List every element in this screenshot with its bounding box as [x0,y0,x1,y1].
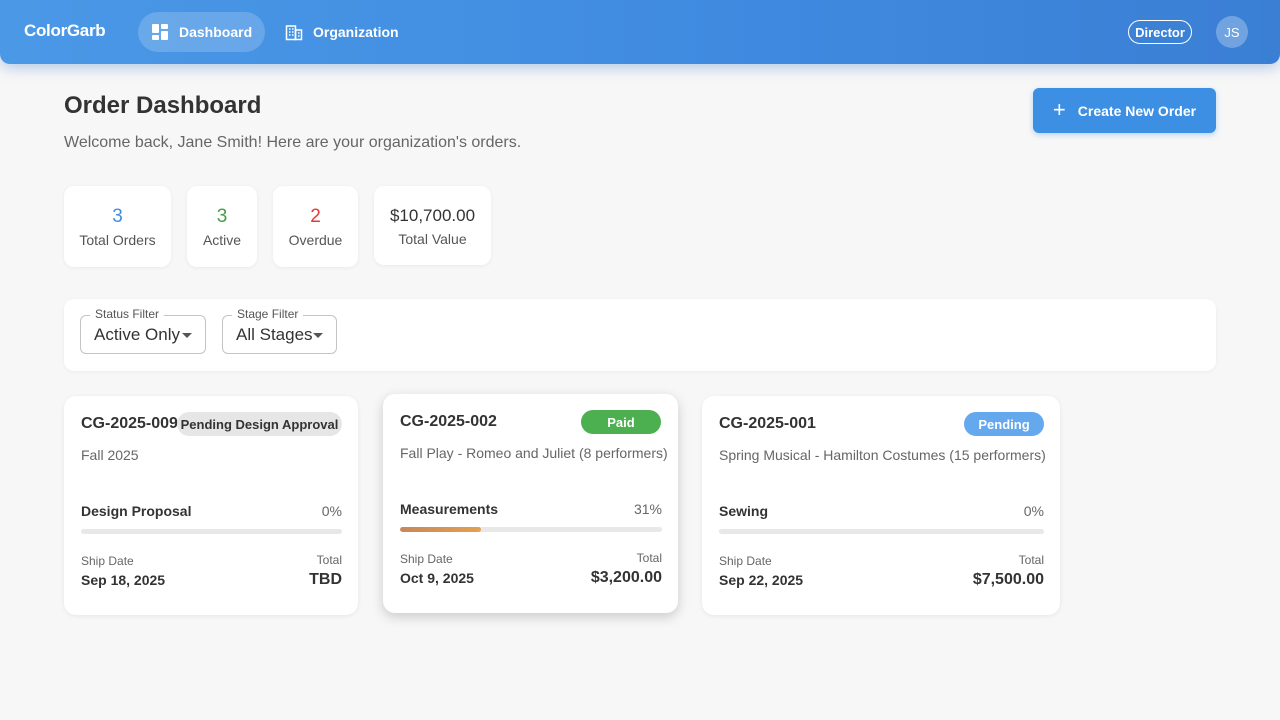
order-id: CG-2025-002 [400,413,497,430]
ship-date-label: Ship Date [719,554,772,568]
order-card[interactable]: CG-2025-001 Pending Spring Musical - Ham… [702,396,1060,615]
stat-total-orders: 3 Total Orders [64,186,171,267]
dashboard-icon [151,23,169,41]
stat-label: Overdue [288,231,343,248]
stat-label: Total Orders [79,231,156,248]
stage-filter-value: All Stages [236,324,313,344]
ship-date-label: Ship Date [400,552,453,566]
order-card[interactable]: CG-2025-002 Paid Fall Play - Romeo and J… [383,394,678,613]
status-filter-legend: Status Filter [90,307,165,321]
status-badge: Pending Design Approval [177,412,342,436]
order-id: CG-2025-009 [81,415,178,432]
order-total: $7,500.00 [972,571,1044,588]
progress-percent: 0% [1023,503,1044,519]
nav-organization[interactable]: Organization [272,12,412,52]
role-chip: Director [1128,20,1192,44]
ship-date: Sep 22, 2025 [719,572,804,588]
order-stage: Design Proposal [81,503,192,519]
stat-label: Total Value [398,230,467,247]
status-badge: Pending [964,412,1044,436]
brand-logo[interactable]: ColorGarb [24,21,106,41]
stat-value: $10,700.00 [389,205,476,225]
ship-date: Sep 18, 2025 [81,572,166,588]
nav-dashboard-label: Dashboard [179,24,253,40]
stat-active: 3 Active [187,186,257,267]
stat-value: 2 [310,205,321,227]
progress-bar [719,529,1044,534]
status-badge: Paid [581,410,661,434]
progress-bar-fill [400,527,482,532]
status-filter-value: Active Only [94,324,180,344]
progress-percent: 0% [321,503,342,519]
progress-bar [400,527,662,532]
order-description: Spring Musical - Hamilton Costumes (15 p… [719,447,1046,463]
dropdown-arrow-icon [182,333,192,338]
top-app-bar: ColorGarb Dashboard Organization Directo… [0,0,1280,64]
filter-bar: Status Filter Active Only Stage Filter A… [64,299,1216,371]
page-title: Order Dashboard [64,92,262,119]
total-label: Total [316,553,342,567]
stat-overdue: 2 Overdue [273,186,358,267]
order-id: CG-2025-001 [719,415,816,432]
stat-label: Active [202,231,242,248]
stat-value: 3 [112,205,123,227]
total-label: Total [1018,553,1044,567]
stage-filter-legend: Stage Filter [232,307,304,321]
total-label: Total [636,551,662,565]
order-card[interactable]: CG-2025-009 Pending Design Approval Fall… [64,396,358,615]
create-new-order-button[interactable]: + Create New Order [1033,88,1216,133]
nav-dashboard[interactable]: Dashboard [138,12,265,52]
order-stage: Sewing [719,503,769,519]
order-total: $3,200.00 [590,569,662,586]
avatar[interactable]: JS [1216,16,1248,48]
order-stage: Measurements [400,501,499,517]
nav-organization-label: Organization [313,24,399,40]
progress-percent: 31% [633,501,662,517]
stat-total-value: $10,700.00 Total Value [374,186,491,265]
dropdown-arrow-icon [313,333,323,338]
progress-bar [81,529,342,534]
stage-filter-select[interactable]: Stage Filter All Stages [222,307,337,354]
plus-icon: + [1052,96,1066,122]
ship-date: Oct 9, 2025 [400,570,474,586]
order-description: Fall Play - Romeo and Juliet (8 performe… [400,445,668,461]
status-filter-select[interactable]: Status Filter Active Only [80,307,206,354]
order-total: TBD [309,571,342,588]
create-new-order-label: Create New Order [1077,102,1197,119]
building-icon [285,23,303,41]
page-subtitle: Welcome back, Jane Smith! Here are your … [64,134,522,151]
order-description: Fall 2025 [81,447,139,463]
ship-date-label: Ship Date [81,554,134,568]
stat-value: 3 [216,205,228,227]
